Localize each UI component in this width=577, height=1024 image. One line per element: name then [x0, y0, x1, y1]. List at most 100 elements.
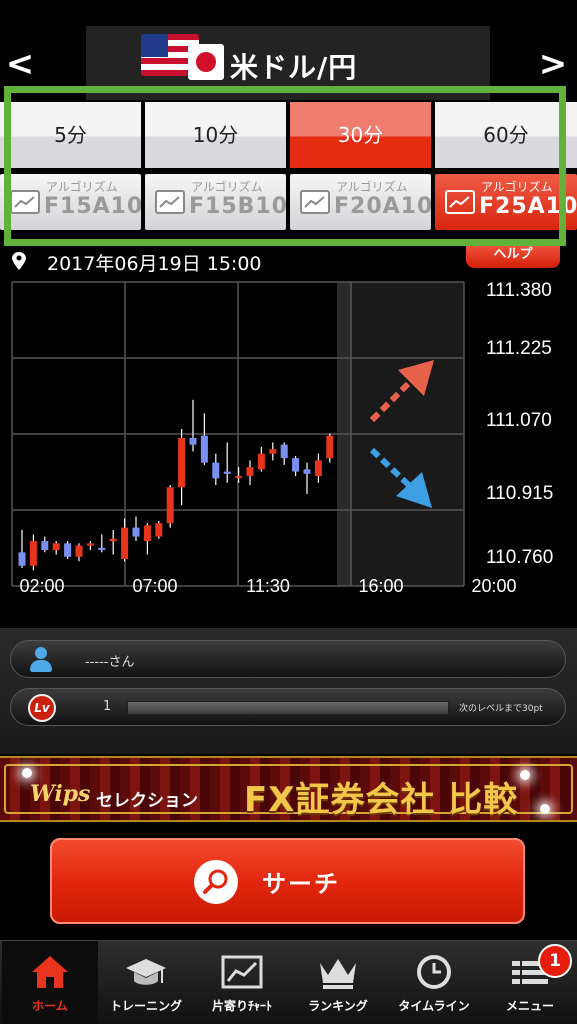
algo-f15a10-button[interactable]: アルゴリズム F15A10	[0, 174, 141, 230]
candle-body	[269, 449, 277, 454]
x-tick-label: 16:00	[358, 576, 403, 596]
candle-body	[75, 545, 83, 557]
x-tick-label: 07:00	[132, 576, 177, 596]
nav-ranking-label: ランキング	[308, 999, 368, 1013]
search-icon	[194, 860, 238, 904]
candle-body	[303, 469, 311, 474]
nav-home-label: ホーム	[32, 999, 68, 1013]
candle-body	[143, 525, 151, 542]
chart-datetime: 2017年06月19日 15:00	[47, 253, 262, 275]
candle-body	[155, 523, 163, 537]
candle-body	[64, 543, 72, 557]
candle-body	[189, 437, 197, 445]
search-label: サーチ	[262, 870, 340, 898]
user-icon	[29, 647, 53, 673]
nav-training[interactable]: トレーニング	[98, 941, 194, 1024]
location-pin-icon	[12, 252, 26, 270]
algo-code-label: F25A10	[479, 194, 577, 219]
chart-icon	[221, 955, 263, 989]
tab-10min[interactable]: 10分	[145, 102, 286, 168]
x-tick-label: 20:00	[471, 576, 516, 596]
algo-sub-label: アルゴリズム	[46, 180, 118, 194]
price-chart: 111.380 111.225 111.070 110.915 110.760 02:00…	[0, 280, 577, 600]
y-tick-label: 110.915	[486, 483, 553, 504]
prev-pair-button[interactable]: <	[0, 42, 40, 86]
candle-body	[86, 543, 94, 546]
user-name: -----さん	[85, 655, 135, 670]
algo-sub-label: アルゴリズム	[481, 180, 553, 194]
candle-body	[292, 458, 300, 472]
level-badge-icon: Lv	[28, 694, 56, 722]
candle-body	[41, 541, 49, 551]
y-tick-label: 111.380	[486, 280, 552, 301]
menu-notification-badge: 1	[538, 944, 572, 978]
chart-icon	[10, 190, 40, 214]
algo-f15b10-button[interactable]: アルゴリズム F15B10	[145, 174, 286, 230]
algo-sub-label: アルゴリズム	[191, 180, 263, 194]
y-tick-label: 111.070	[486, 410, 552, 431]
info-bar: 2017年06月19日 15:00 ヘルプ	[0, 240, 577, 280]
candle-body	[246, 467, 254, 477]
candle-body	[200, 435, 208, 463]
search-button[interactable]: サーチ	[50, 838, 525, 924]
banner-frame: Wips セレクション FX証券会社 比較	[4, 764, 573, 820]
nav-home[interactable]: ホーム	[2, 941, 98, 1024]
nav-ranking[interactable]: ランキング	[290, 941, 386, 1024]
candle-body	[212, 462, 220, 479]
candle-body	[121, 527, 129, 560]
tab-60min[interactable]: 60分	[435, 102, 577, 168]
help-button[interactable]: ヘルプ	[466, 242, 560, 268]
nav-timeline-label: タイムライン	[398, 999, 470, 1013]
candle-body	[257, 453, 265, 470]
tab-5min[interactable]: 5分	[0, 102, 141, 168]
candle-body	[223, 471, 231, 474]
algo-code-label: F15B10	[189, 194, 286, 219]
banner-subtitle: セレクション	[96, 791, 198, 811]
search-area: サーチ	[0, 824, 577, 940]
sparkle-icon	[22, 768, 32, 778]
candle-body	[52, 543, 60, 551]
banner-title: FX証券会社 比較	[244, 780, 519, 820]
jp-flag-icon	[188, 44, 224, 80]
timeframe-tabs: 5分 10分 30分 60分	[0, 102, 577, 168]
algo-f25a10-button[interactable]: アルゴリズム F25A10	[435, 174, 577, 230]
banner-logo: Wips	[30, 781, 91, 807]
algo-code-label: F20A10	[334, 194, 431, 219]
candlestick-chart: 111.380 111.225 111.070 110.915 110.760 02:00…	[11, 280, 553, 596]
chart-icon	[445, 190, 475, 214]
nav-training-label: トレーニング	[109, 999, 182, 1013]
nav-timeline[interactable]: タイムライン	[386, 941, 482, 1024]
chart-icon	[300, 190, 330, 214]
graduation-cap-icon	[126, 959, 166, 985]
candle-body	[235, 476, 243, 479]
algo-sub-label: アルゴリズム	[336, 180, 408, 194]
x-tick-label: 02:00	[19, 576, 64, 596]
candle-body	[18, 552, 26, 566]
nav-bias-chart[interactable]: 片寄りﾁｬｰﾄ	[194, 941, 290, 1024]
algo-f20a10-button[interactable]: アルゴリズム F20A10	[290, 174, 431, 230]
sparkle-icon	[520, 770, 530, 780]
candle-body	[314, 460, 322, 477]
clock-icon	[417, 955, 451, 989]
nav-menu-label: メニュー	[505, 999, 554, 1013]
candle-body	[132, 527, 140, 537]
next-pair-button[interactable]: >	[533, 42, 573, 86]
nav-bias-chart-label: 片寄りﾁｬｰﾄ	[211, 999, 272, 1013]
algorithm-buttons: アルゴリズム F15A10 アルゴリズム F15B10 アルゴリズム F20A1…	[0, 174, 577, 230]
candle-body	[109, 538, 117, 542]
currency-pair-selector[interactable]: 米ドル/円	[86, 26, 490, 100]
user-row[interactable]: -----さん	[10, 640, 566, 678]
candle-body	[166, 487, 174, 524]
bottom-nav: ホーム トレーニング 片寄りﾁｬｰﾄ ランキング タイムライン メニュー	[0, 940, 577, 1024]
y-tick-label: 111.225	[486, 338, 552, 359]
level-value: 1	[103, 699, 112, 714]
algo-code-label: F15A10	[44, 194, 141, 219]
tab-30min[interactable]: 30分	[290, 102, 431, 168]
candle-body	[29, 541, 37, 566]
candle-body	[280, 444, 288, 459]
user-panel: -----さん Lv 1 次のレベルまで30pt	[0, 628, 577, 754]
sparkle-icon	[540, 804, 550, 814]
promo-banner[interactable]: Wips セレクション FX証券会社 比較	[0, 756, 577, 822]
candle-body	[98, 547, 106, 551]
x-tick-label: 11:30	[246, 576, 290, 596]
